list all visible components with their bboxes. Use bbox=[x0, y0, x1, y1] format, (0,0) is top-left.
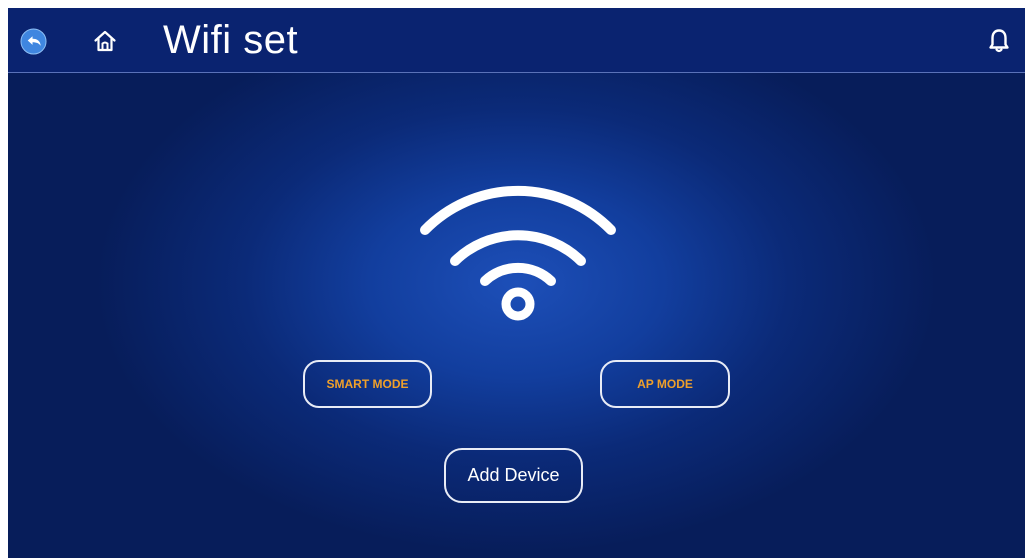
home-icon[interactable] bbox=[93, 29, 117, 53]
wifi-settings-screen: Wifi set SMART MODE AP MODE Add Device bbox=[8, 8, 1025, 558]
smart-mode-button[interactable]: SMART MODE bbox=[303, 360, 432, 408]
header-bar: Wifi set bbox=[8, 8, 1025, 73]
add-device-button[interactable]: Add Device bbox=[444, 448, 583, 503]
page-title: Wifi set bbox=[163, 18, 299, 62]
ap-mode-button[interactable]: AP MODE bbox=[600, 360, 730, 408]
back-arrow-icon[interactable] bbox=[20, 28, 47, 55]
bell-icon[interactable] bbox=[987, 28, 1011, 54]
wifi-icon bbox=[420, 185, 616, 321]
